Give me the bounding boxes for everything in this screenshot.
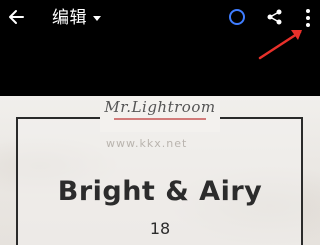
more-vertical-icon[interactable] — [300, 7, 316, 29]
sync-status-icon[interactable] — [229, 9, 245, 25]
brand-logo: Mr.Lightroom — [100, 96, 220, 132]
preset-count: 18 — [149, 219, 171, 238]
title-dropdown[interactable]: 编辑 — [52, 6, 101, 30]
preview-top-area — [0, 36, 320, 96]
caret-down-icon — [93, 15, 101, 21]
back-arrow-icon[interactable] — [4, 4, 30, 30]
share-icon[interactable] — [265, 7, 285, 27]
screen: 编辑 Mr.Lightroom www.kkx.net Bright & Air… — [0, 0, 320, 245]
top-app-bar: 编辑 — [0, 0, 320, 36]
logo-underline — [114, 118, 206, 120]
page-title: 编辑 — [52, 8, 87, 28]
preset-name: Bright & Airy — [57, 176, 263, 207]
logo-text: Mr.Lightroom — [104, 98, 216, 116]
watermark-text: www.kkx.net — [106, 137, 188, 150]
